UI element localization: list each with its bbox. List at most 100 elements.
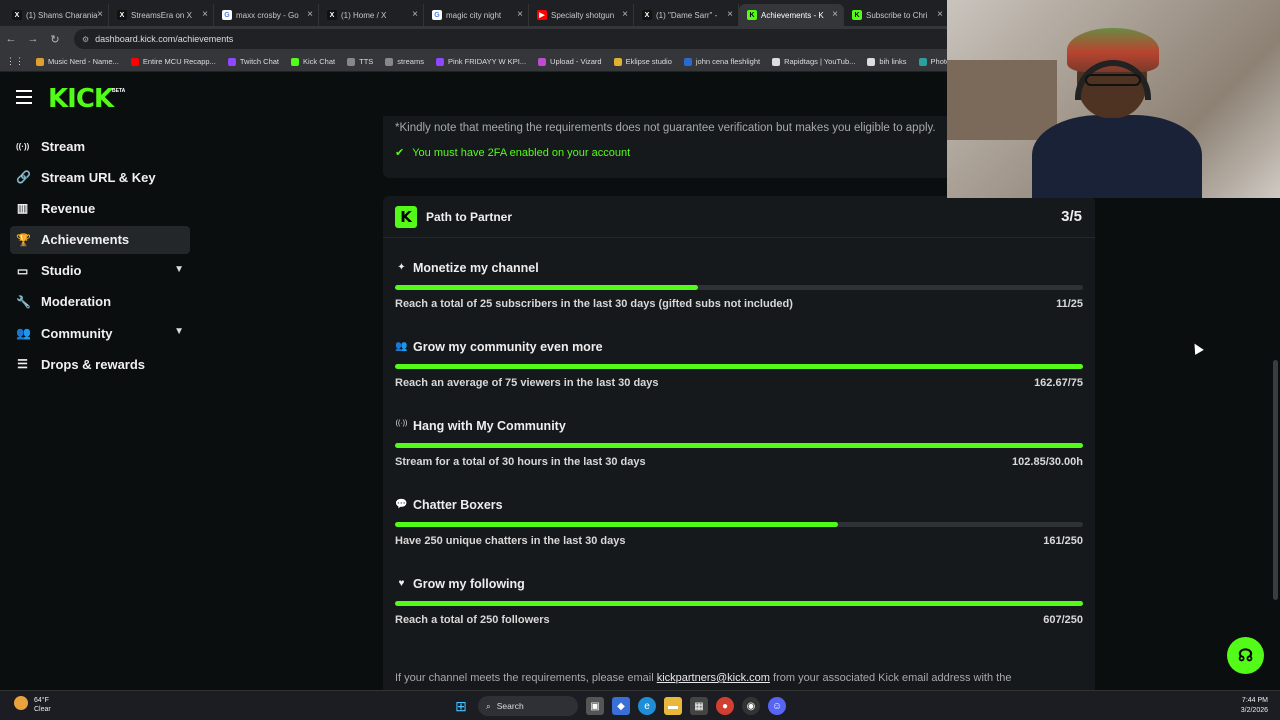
progress-bar bbox=[395, 285, 1083, 290]
chevron-down-icon[interactable]: ▼ bbox=[174, 264, 184, 275]
reload-icon[interactable]: ↻ bbox=[44, 33, 66, 46]
store-icon[interactable]: ▦ bbox=[690, 697, 708, 715]
footer-suffix: from your associated Kick email address … bbox=[769, 672, 1012, 684]
bookmark-item[interactable]: Eklipse studio bbox=[613, 57, 672, 66]
support-chat-button[interactable]: ☊ bbox=[1227, 637, 1264, 674]
browser-tab-label: Achievements - K bbox=[761, 10, 824, 20]
browser-tab[interactable]: X (1) "Dame Sarr" - × bbox=[634, 4, 739, 26]
task-view-icon[interactable]: ▣ bbox=[586, 697, 604, 715]
sidebar-item-community[interactable]: 👥 Community ▼ bbox=[10, 319, 190, 347]
achievement-title: Hang with My Community bbox=[413, 419, 566, 433]
close-icon[interactable]: × bbox=[517, 9, 523, 20]
browser-tab[interactable]: K Subscribe to Chri × bbox=[844, 4, 949, 26]
taskbar-search[interactable]: ⌕ Search bbox=[478, 696, 578, 716]
sidebar-item-stream-url-key[interactable]: 🔗 Stream URL & Key bbox=[10, 163, 190, 191]
link-icon: 🔗 bbox=[16, 170, 31, 185]
sidebar-item-label: Stream URL & Key bbox=[41, 169, 156, 185]
browser-tab[interactable]: X StreamsEra on X × bbox=[109, 4, 214, 26]
system-clock[interactable]: 7:44 PM 3/2/2026 bbox=[1241, 696, 1268, 716]
google-icon: G bbox=[222, 10, 232, 20]
bookmark-label: Rapidtags | YouTub... bbox=[784, 57, 856, 66]
bookmark-item[interactable]: john cena fleshlight bbox=[683, 57, 760, 66]
site-info-icon[interactable]: ⚙ bbox=[82, 35, 89, 44]
sidebar-item-stream[interactable]: ((·)) Stream bbox=[10, 132, 190, 160]
bookmark-item[interactable]: Kick Chat bbox=[291, 57, 335, 66]
browser-tab[interactable]: X (1) Shams Charania × bbox=[4, 4, 109, 26]
bookmark-item[interactable]: Entire MCU Recapp... bbox=[130, 57, 216, 66]
progress-fill bbox=[395, 285, 698, 290]
chart-icon: ▥ bbox=[16, 201, 29, 216]
browser-tab[interactable]: Gmaxx crosby - Go × bbox=[214, 4, 319, 26]
bookmark-item[interactable]: Pink FRIDAYY W KPI... bbox=[435, 57, 527, 66]
sidebar-item-studio[interactable]: ▭ Studio ▼ bbox=[10, 257, 190, 285]
bookmark-label: Twitch Chat bbox=[239, 57, 279, 66]
chat-icon: 💬 bbox=[395, 499, 408, 510]
bookmark-item[interactable]: Rapidtags | YouTub... bbox=[772, 57, 855, 66]
kick-icon: K bbox=[852, 10, 862, 20]
weather-icon bbox=[14, 696, 28, 710]
forward-icon[interactable]: → bbox=[22, 33, 44, 45]
close-icon[interactable]: × bbox=[937, 9, 943, 20]
close-icon[interactable]: × bbox=[97, 9, 103, 20]
edge-icon[interactable]: e bbox=[638, 697, 656, 715]
sidebar-item-revenue[interactable]: ▥ Revenue bbox=[10, 194, 190, 222]
weather-widget[interactable]: 64°F Clear bbox=[14, 696, 51, 714]
sidebar-item-label: Revenue bbox=[41, 200, 96, 216]
back-icon[interactable]: ← bbox=[0, 33, 22, 45]
bookmark-item[interactable]: Upload - Vizard bbox=[538, 57, 602, 66]
bookmark-item[interactable]: Music Nerd - Name... bbox=[36, 57, 119, 66]
close-icon[interactable]: × bbox=[412, 9, 418, 20]
bookmark-item[interactable]: bih links bbox=[867, 57, 907, 66]
x-icon: X bbox=[327, 10, 337, 20]
achievement-item: ((·)) Hang with My Community Stream for a … bbox=[395, 419, 1083, 490]
chrome-icon[interactable]: ● bbox=[716, 697, 734, 715]
apps-grid-icon[interactable]: ⋮⋮ bbox=[6, 56, 24, 67]
discord-icon[interactable]: ☺ bbox=[768, 697, 786, 715]
close-icon[interactable]: × bbox=[832, 9, 838, 20]
page-scrollbar[interactable] bbox=[1273, 360, 1278, 600]
kick-logo[interactable]: KICK bbox=[48, 84, 114, 114]
file-explorer-icon[interactable]: ▬ bbox=[664, 697, 682, 715]
bookmark-item[interactable]: streams bbox=[385, 57, 424, 66]
browser-tab-label: (1) Shams Charania bbox=[26, 10, 98, 20]
partner-email-link[interactable]: kickpartners@kick.com bbox=[657, 672, 770, 684]
achievement-title: Grow my following bbox=[413, 577, 525, 591]
sidebar-item-achievements[interactable]: 🏆 Achievements bbox=[10, 225, 190, 254]
bookmark-favicon-icon bbox=[918, 57, 927, 66]
x-icon: X bbox=[12, 10, 22, 20]
sidebar-item-label: Drops & rewards bbox=[41, 356, 146, 372]
achievement-progress: 162.67/75 bbox=[1034, 377, 1083, 389]
copilot-icon[interactable]: ◆ bbox=[612, 697, 630, 715]
menu-icon[interactable] bbox=[16, 90, 32, 104]
chevron-down-icon[interactable]: ▼ bbox=[174, 326, 184, 337]
achievement-description: Stream for a total of 30 hours in the la… bbox=[395, 456, 646, 468]
sidebar-item-moderation[interactable]: 🔧 Moderation bbox=[10, 288, 190, 316]
bookmark-label: Pink FRIDAYY W KPI... bbox=[447, 57, 527, 66]
sidebar-item-label: Community bbox=[41, 325, 113, 341]
bookmark-item[interactable]: TTS bbox=[347, 57, 373, 66]
sidebar-nav: ((·)) Stream 🔗 Stream URL & Key ▥ Revenue 🏆 Ach… bbox=[0, 132, 200, 382]
bookmark-item[interactable]: Twitch Chat bbox=[227, 57, 279, 66]
obs-icon[interactable]: ◉ bbox=[742, 697, 760, 715]
close-icon[interactable]: × bbox=[307, 9, 313, 20]
windows-start-icon[interactable]: ⊞ bbox=[452, 697, 470, 715]
requirement-text: You must have 2FA enabled on your accoun… bbox=[412, 146, 631, 159]
close-icon[interactable]: × bbox=[622, 9, 628, 20]
browser-tab[interactable]: X (1) Home / X × bbox=[319, 4, 424, 26]
progress-fill bbox=[395, 601, 1083, 606]
browser-tab[interactable]: K Achievements - K × bbox=[739, 4, 844, 26]
bookmark-label: Upload - Vizard bbox=[550, 57, 602, 66]
sidebar-item-drops-rewards[interactable]: ☰ Drops & rewards bbox=[10, 350, 190, 378]
achievement-title: Chatter Boxers bbox=[413, 498, 503, 512]
bookmark-favicon-icon bbox=[36, 57, 44, 66]
browser-tab[interactable]: Gmagic city night × bbox=[424, 4, 529, 26]
browser-tab-label: Subscribe to Chri bbox=[866, 10, 928, 20]
close-icon[interactable]: × bbox=[727, 9, 733, 20]
close-icon[interactable]: × bbox=[202, 9, 208, 20]
progress-bar bbox=[395, 364, 1083, 369]
address-bar[interactable]: ⚙ dashboard.kick.com/achievements bbox=[74, 29, 974, 49]
browser-tab[interactable]: ▶ Specialty shotgun × bbox=[529, 4, 634, 26]
achievement-description: Reach a total of 25 subscribers in the l… bbox=[395, 298, 793, 310]
webcam-overlay bbox=[947, 0, 1280, 198]
achievement-progress: 11/25 bbox=[1056, 298, 1083, 310]
